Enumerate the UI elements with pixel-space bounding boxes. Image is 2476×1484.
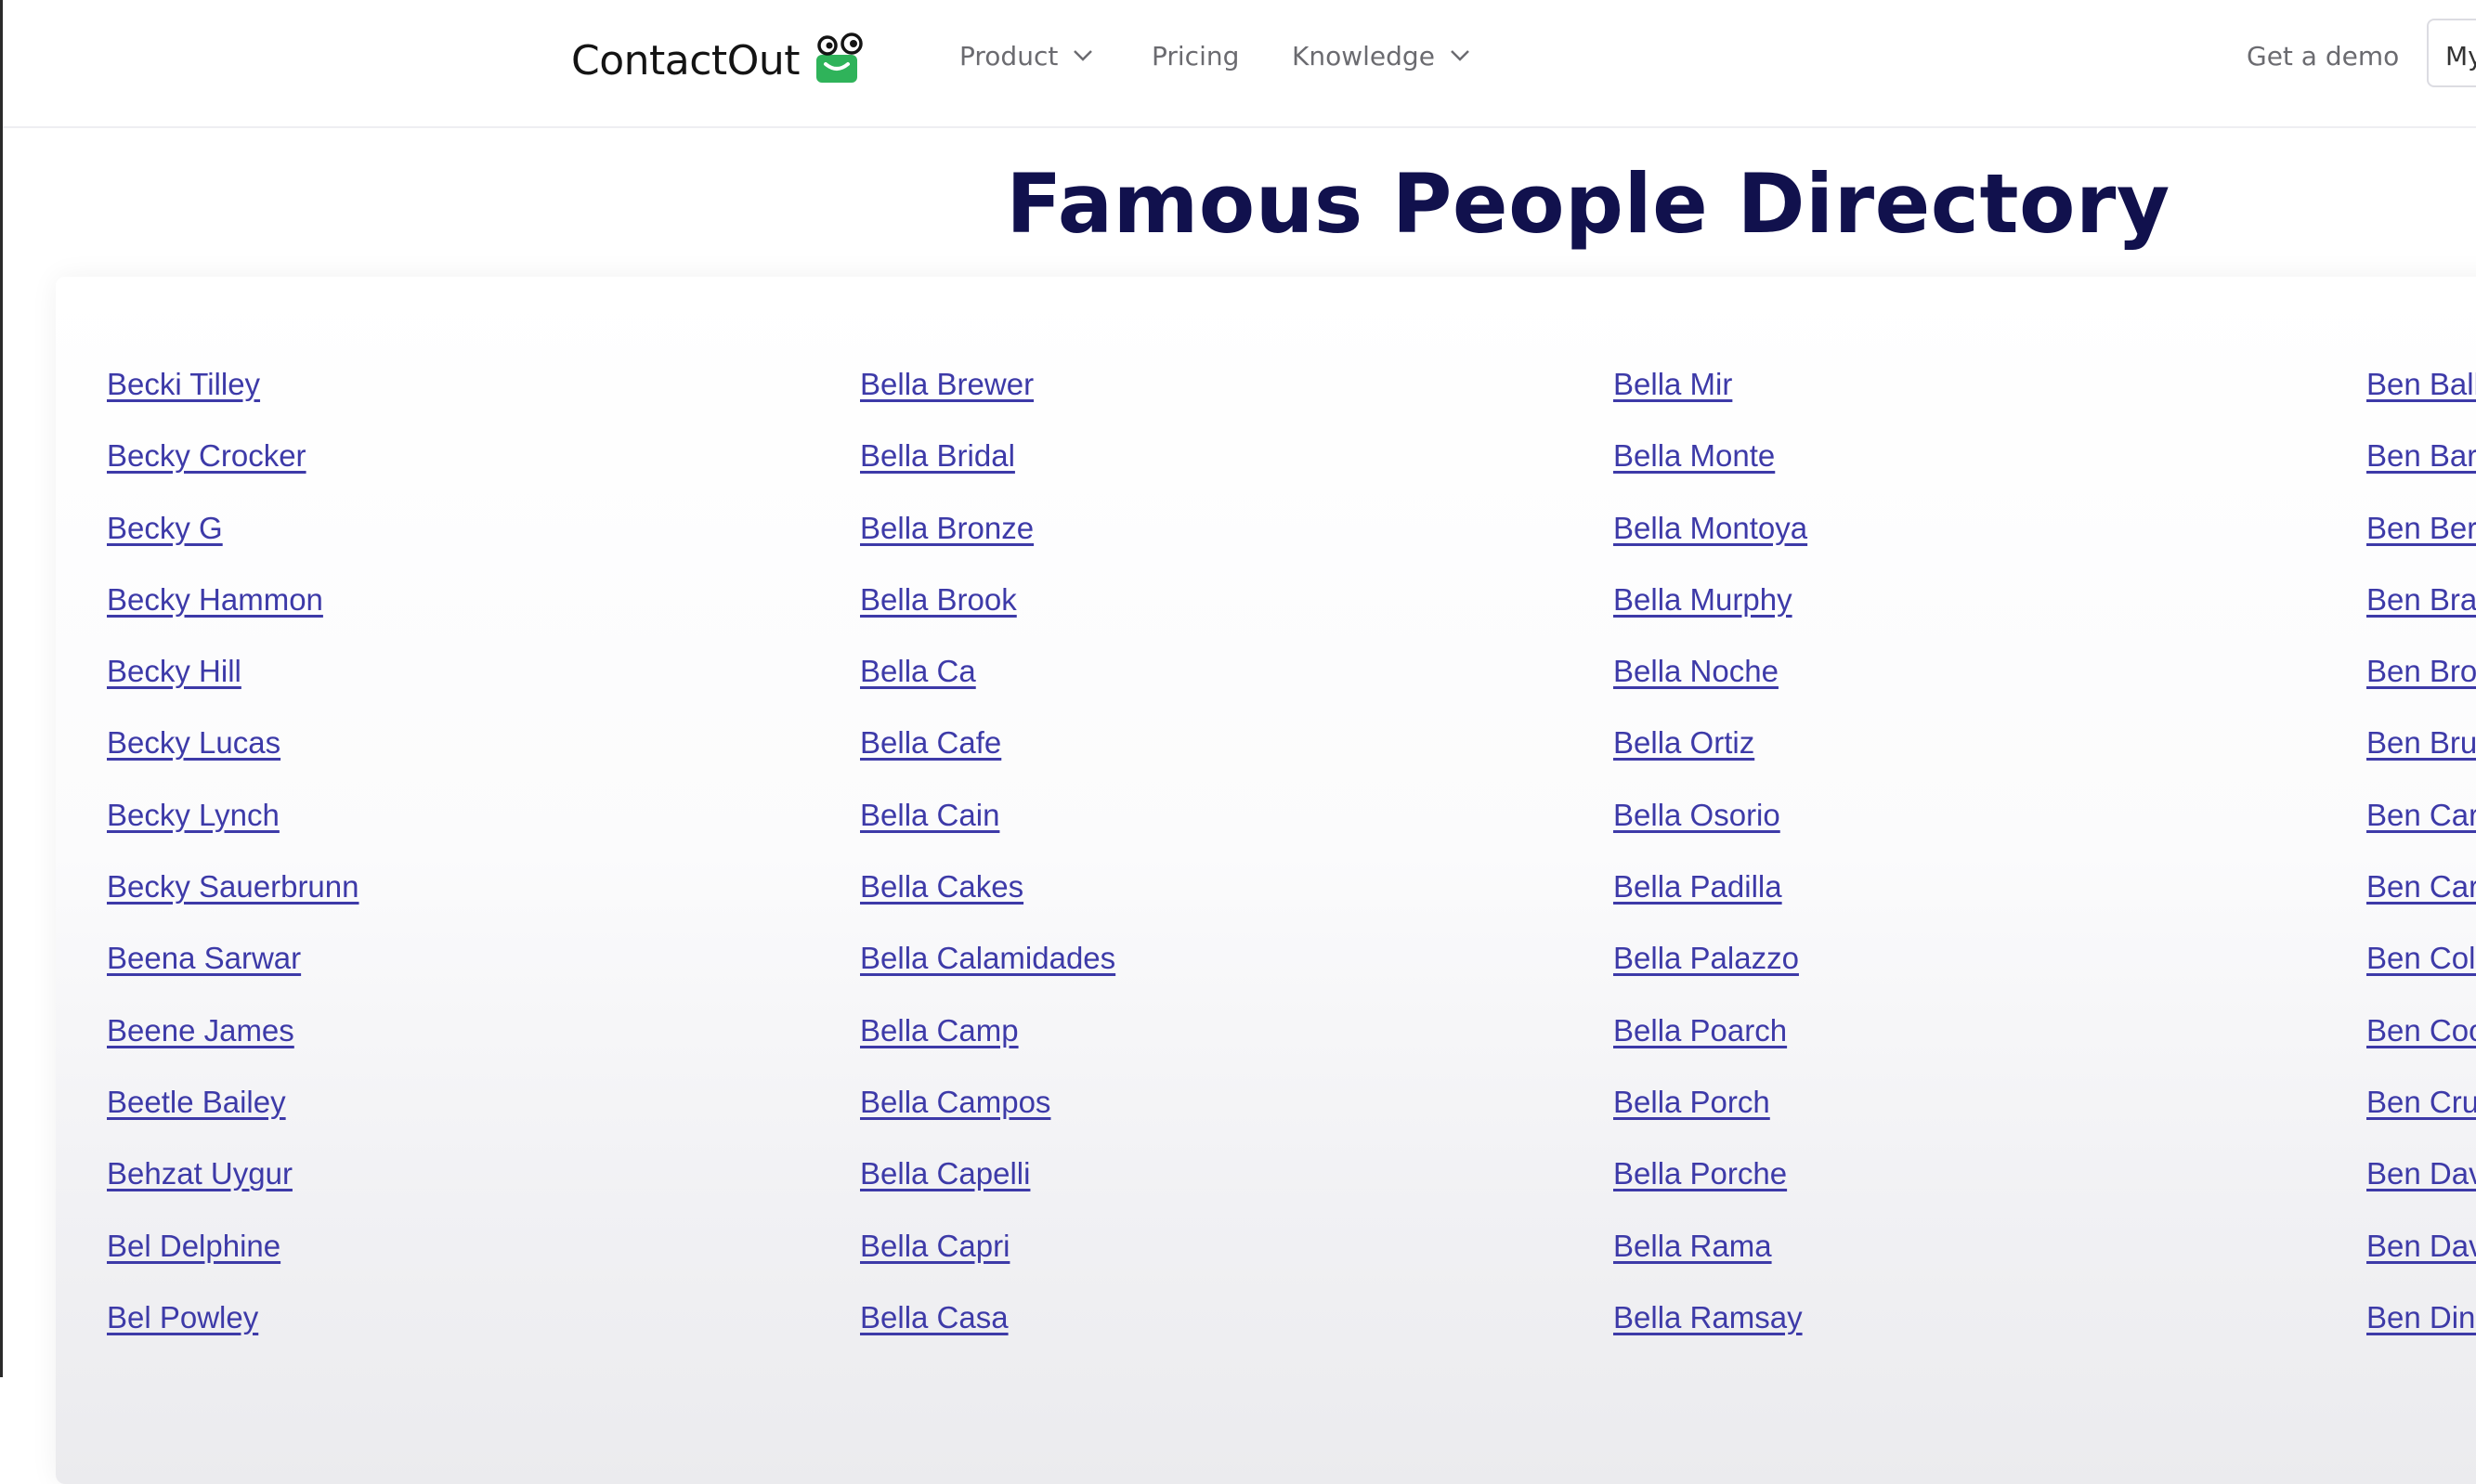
person-link[interactable]: Becky Sauerbrunn [107,863,359,934]
person-link[interactable]: Bella Monte [1613,432,1807,503]
person-link[interactable]: Bella Camp [860,1007,1115,1078]
person-link[interactable]: Bella Porche [1613,1150,1807,1221]
contactout-mascot-icon [815,33,863,83]
person-link[interactable]: Ben Barr [2366,432,2476,503]
person-link[interactable]: Bella Osorio [1613,791,1807,863]
nav-knowledge[interactable]: Knowledge [1292,37,1470,74]
person-link[interactable]: Ben Coo [2366,1007,2476,1078]
nav-pricing-label: Pricing [1152,40,1240,72]
person-link[interactable]: Beetle Bailey [107,1078,359,1150]
person-link[interactable]: Ben Dinu [2366,1294,2476,1365]
person-link[interactable]: Bella Bronze [860,504,1115,576]
person-link[interactable]: Ben Cars [2366,863,2476,934]
person-link[interactable]: Ben Dav [2366,1150,2476,1221]
person-link[interactable]: Bella Mir [1613,360,1807,432]
person-link[interactable]: Bella Noche [1613,647,1807,719]
person-link[interactable]: Ben Carc [2366,791,2476,863]
nav-pricing[interactable]: Pricing [1152,37,1239,74]
chevron-down-icon [1074,50,1093,61]
person-link[interactable]: Becky Hammon [107,576,359,647]
person-link[interactable]: Ben Balle [2366,360,2476,432]
directory-column-4: Ben Balle Ben Barr Ben Berr Ben Brac Ben… [2366,360,2476,1365]
person-link[interactable]: Ben Dav [2366,1222,2476,1294]
person-link[interactable]: Bella Calamidades [860,934,1115,1006]
person-link[interactable]: Bella Campos [860,1078,1115,1150]
person-link[interactable]: Bella Capri [860,1222,1115,1294]
person-link[interactable]: Ben Brac [2366,576,2476,647]
person-link[interactable]: Behzat Uygur [107,1150,359,1221]
nav-product-label: Product [959,40,1059,72]
person-link[interactable]: Ben Brov [2366,647,2476,719]
person-link[interactable]: Becki Tilley [107,360,359,432]
directory-card [56,277,2476,1484]
person-link[interactable]: Ben Coll [2366,934,2476,1006]
person-link[interactable]: Bella Brook [860,576,1115,647]
directory-column-3: Bella Mir Bella Monte Bella Montoya Bell… [1613,360,1807,1365]
person-link[interactable]: Bella Ca [860,647,1115,719]
person-link[interactable]: Bella Casa [860,1294,1115,1365]
person-link[interactable]: Becky Lucas [107,719,359,790]
person-link[interactable]: Becky G [107,504,359,576]
person-link[interactable]: Bella Cain [860,791,1115,863]
person-link[interactable]: Ben Brur [2366,719,2476,790]
person-link[interactable]: Bella Murphy [1613,576,1807,647]
person-link[interactable]: Bella Ramsay [1613,1294,1807,1365]
person-link[interactable]: Bella Capelli [860,1150,1115,1221]
page-title: Famous People Directory [1006,156,2170,252]
person-link[interactable]: Bella Padilla [1613,863,1807,934]
person-link[interactable]: Bella Brewer [860,360,1115,432]
person-link[interactable]: Bella Rama [1613,1222,1807,1294]
person-link[interactable]: Bel Delphine [107,1222,359,1294]
contactout-logo[interactable]: ContactOut [571,28,870,93]
person-link[interactable]: Becky Hill [107,647,359,719]
person-link[interactable]: Bella Palazzo [1613,934,1807,1006]
get-a-demo-link[interactable]: Get a demo [2247,37,2399,74]
person-link[interactable]: Ben Crur [2366,1078,2476,1150]
directory-column-1: Becki Tilley Becky Crocker Becky G Becky… [107,360,359,1365]
chevron-down-icon [1451,50,1469,61]
person-link[interactable]: Bella Poarch [1613,1007,1807,1078]
person-link[interactable]: Bella Cafe [860,719,1115,790]
person-link[interactable]: Becky Crocker [107,432,359,503]
person-link[interactable]: Bella Cakes [860,863,1115,934]
person-link[interactable]: Beene James [107,1007,359,1078]
my-account-button[interactable]: My [2427,19,2476,87]
person-link[interactable]: Bella Porch [1613,1078,1807,1150]
logo-text: ContactOut [571,36,800,85]
my-account-label: My [2445,41,2476,72]
directory-column-2: Bella Brewer Bella Bridal Bella Bronze B… [860,360,1115,1365]
person-link[interactable]: Bella Montoya [1613,504,1807,576]
person-link[interactable]: Becky Lynch [107,791,359,863]
person-link[interactable]: Ben Berr [2366,504,2476,576]
get-a-demo-label: Get a demo [2247,40,2400,72]
person-link[interactable]: Bella Ortiz [1613,719,1807,790]
nav-knowledge-label: Knowledge [1292,40,1435,72]
person-link[interactable]: Bel Powley [107,1294,359,1365]
person-link[interactable]: Beena Sarwar [107,934,359,1006]
top-navigation: ContactOut Product Pricing Knowledge Get… [3,0,2476,128]
nav-product[interactable]: Product [959,37,1093,74]
person-link[interactable]: Bella Bridal [860,432,1115,503]
